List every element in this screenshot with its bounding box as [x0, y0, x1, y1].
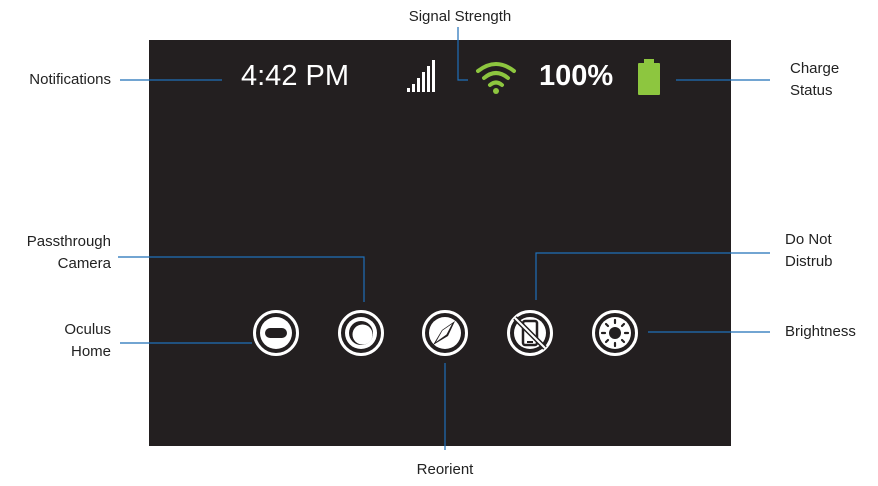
label-passthrough-camera: Passthrough Camera	[0, 231, 111, 275]
label-oculus-line1: Oculus	[64, 321, 111, 338]
label-passthrough-line1: Passthrough	[26, 233, 111, 250]
cellular-signal-icon	[407, 60, 435, 92]
label-reorient: Reorient	[416, 461, 474, 478]
reorient-compass-icon[interactable]	[421, 309, 469, 357]
label-charge-status-line1: Charge	[790, 60, 840, 77]
label-do-not-disturb: Do Not Distrub	[785, 229, 865, 273]
label-oculus-line2: Home	[70, 343, 111, 360]
label-charge-status-line2: Status	[790, 82, 833, 99]
callout-lines	[118, 27, 770, 450]
do-not-disturb-icon[interactable]	[506, 309, 554, 357]
passthrough-camera-icon[interactable]	[337, 309, 385, 357]
label-dnd-line2: Distrub	[785, 253, 833, 270]
label-signal-strength: Signal Strength	[408, 8, 512, 25]
label-passthrough-line2: Camera	[57, 255, 111, 272]
label-notifications: Notifications	[29, 71, 111, 88]
label-brightness: Brightness	[785, 323, 856, 340]
oculus-home-icon[interactable]	[252, 309, 300, 357]
label-charge-status: Charge Status	[790, 58, 870, 102]
battery-icon	[638, 59, 660, 95]
label-dnd-line1: Do Not	[785, 231, 832, 248]
wifi-icon	[476, 62, 516, 94]
brightness-icon[interactable]	[591, 309, 639, 357]
label-oculus-home: Oculus Home	[0, 319, 111, 363]
